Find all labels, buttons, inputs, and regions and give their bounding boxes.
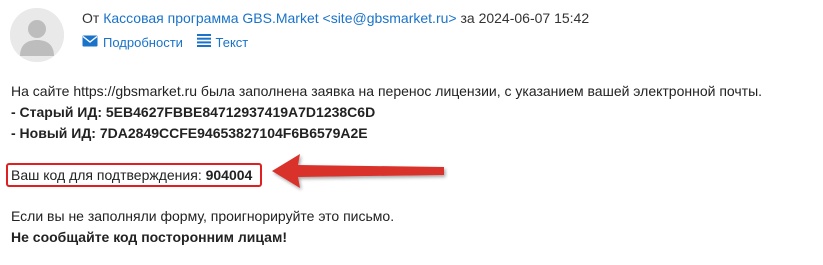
code-value: 904004: [205, 167, 253, 183]
date-prefix: за: [460, 10, 475, 26]
details-button[interactable]: Подробности: [82, 35, 183, 51]
lines-icon: [196, 34, 211, 51]
code-label: Ваш код для подтверждения:: [11, 167, 202, 183]
message-actions: Подробности Текст: [82, 34, 258, 51]
user-silhouette-icon: [10, 8, 64, 62]
email-view: От Кассовая программа GBS.Market <site@g…: [0, 0, 823, 265]
old-id-line: - Старый ИД: 5EB4627FBBE84712937419A7D12…: [11, 104, 376, 120]
new-id-line: - Новый ИД: 7DA2849CCFE94653827104F6B657…: [11, 125, 368, 141]
highlight-arrow-icon: [270, 150, 450, 197]
intro-text: На сайте https://gbsmarket.ru была запол…: [11, 83, 763, 99]
sender-link[interactable]: Кассовая программа GBS.Market <site@gbsm…: [103, 10, 456, 26]
message-footer: Если вы не заполняли форму, проигнорируй…: [11, 206, 394, 248]
warning-text: Не сообщайте код посторонним лицам!: [11, 229, 287, 245]
sent-date: 2024-06-07 15:42: [478, 10, 590, 26]
text-button[interactable]: Текст: [196, 34, 249, 51]
sender-line: От Кассовая программа GBS.Market <site@g…: [82, 10, 589, 26]
envelope-icon: [82, 35, 98, 51]
avatar: [10, 8, 64, 62]
text-label: Текст: [215, 34, 249, 50]
ignore-note: Если вы не заполняли форму, проигнорируй…: [11, 208, 395, 224]
message-body: На сайте https://gbsmarket.ru была запол…: [11, 81, 762, 144]
details-label: Подробности: [103, 35, 183, 50]
sender-name: Кассовая программа GBS.Market: [103, 10, 319, 26]
sender-email: <site@gbsmarket.ru>: [322, 10, 457, 26]
verification-code-line: Ваш код для подтверждения: 904004: [11, 165, 252, 185]
from-prefix: От: [82, 10, 100, 26]
